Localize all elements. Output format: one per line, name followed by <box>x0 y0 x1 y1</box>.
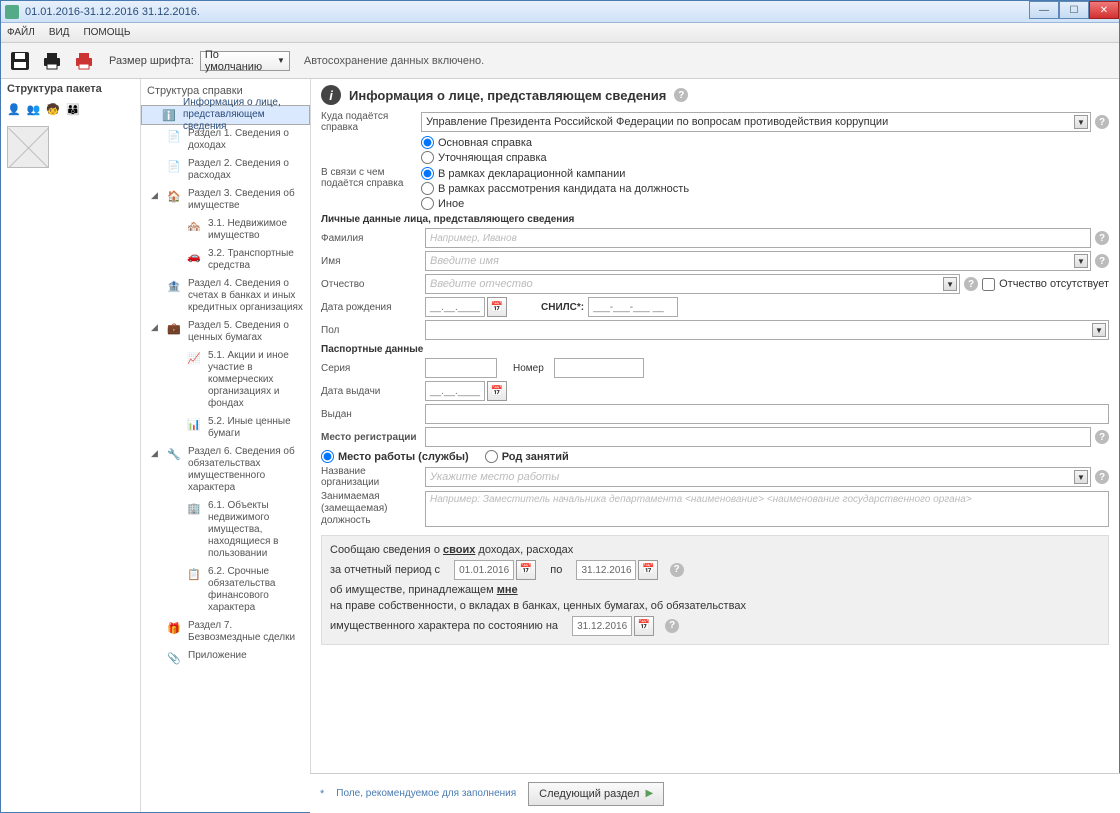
calendar-icon[interactable]: 📅 <box>516 560 536 580</box>
calendar-icon[interactable]: 📅 <box>634 616 654 636</box>
tree-item[interactable]: 🏘️3.1. Недвижимое имущество <box>141 215 310 245</box>
thumbnail-placeholder[interactable] <box>7 126 49 168</box>
calendar-icon[interactable]: 📅 <box>487 297 507 317</box>
tree-item[interactable]: ◢🔧Раздел 6. Сведения об обязательствах и… <box>141 443 310 497</box>
where-label: Куда подаётся справка <box>321 111 421 133</box>
help-icon[interactable]: ? <box>1095 430 1109 444</box>
tree-item[interactable]: 📈5.1. Акции и иное участие в коммерчески… <box>141 347 310 413</box>
app-icon <box>5 5 19 19</box>
where-select[interactable]: Управление Президента Российской Федерац… <box>421 112 1091 132</box>
info-icon: i <box>321 85 341 105</box>
next-section-button[interactable]: Следующий раздел▶ <box>528 782 664 806</box>
tree-item[interactable]: ◢💼Раздел 5. Сведения о ценных бумагах <box>141 317 310 347</box>
dob-input[interactable] <box>425 297 485 317</box>
tree-item[interactable]: 🎁Раздел 7. Безвозмездные сделки <box>141 617 310 647</box>
radio-candidate[interactable]: В рамках рассмотрения кандидата на должн… <box>421 182 689 195</box>
reference-structure-panel: Структура справки ℹ️Информация о лице, п… <box>141 79 311 812</box>
minimize-button[interactable]: — <box>1029 1 1059 19</box>
save-icon[interactable] <box>7 48 33 74</box>
help-icon[interactable]: ? <box>670 563 684 577</box>
package-structure-panel: Структура пакета 👤 👥 🧒 👨‍👩‍👦 <box>1 79 141 812</box>
package-header: Структура пакета <box>1 79 140 99</box>
help-icon[interactable]: ? <box>1095 115 1109 129</box>
radio-main[interactable]: Основная справка <box>421 136 547 149</box>
patronymic-input[interactable]: Введите отчество▼ <box>425 274 960 294</box>
period-to-input[interactable] <box>576 560 636 580</box>
help-icon[interactable]: ? <box>1095 254 1109 268</box>
help-icon[interactable]: ? <box>964 277 978 291</box>
as-of-date-input[interactable] <box>572 616 632 636</box>
help-icon[interactable]: ? <box>665 619 679 633</box>
toolbar: Размер шрифта: По умолчанию▼ Автосохране… <box>1 43 1119 79</box>
tree-item[interactable]: ◢🏠Раздел 3. Сведения об имуществе <box>141 185 310 215</box>
group-icon[interactable]: 👨‍👩‍👦 <box>66 103 80 116</box>
tree-item[interactable]: 🚗3.2. Транспортные средства <box>141 245 310 275</box>
print-color-icon[interactable] <box>71 48 97 74</box>
tree-item[interactable]: 🏢6.1. Объекты недвижимого имущества, нах… <box>141 497 310 563</box>
calendar-icon[interactable]: 📅 <box>638 560 658 580</box>
issued-by-input[interactable] <box>425 404 1109 424</box>
menu-help[interactable]: ПОМОЩЬ <box>83 27 130 38</box>
help-icon[interactable]: ? <box>1095 470 1109 484</box>
radio-update[interactable]: Уточняющая справка <box>421 151 547 164</box>
font-size-select[interactable]: По умолчанию▼ <box>200 51 290 71</box>
tree-item[interactable]: 📋6.2. Срочные обязательства финансового … <box>141 563 310 617</box>
org-select[interactable]: Укажите место работы▼ <box>425 467 1091 487</box>
required-note: Поле, рекомендуемое для заполнения <box>336 788 516 799</box>
issue-date-input[interactable] <box>425 381 485 401</box>
tree-item[interactable]: ℹ️Информация о лице, представляющем свед… <box>141 105 310 125</box>
person-icon[interactable]: 👤 <box>7 103 21 116</box>
reason-label: В связи с чем подаётся справка <box>321 167 421 189</box>
personal-header: Личные данные лица, представляющего свед… <box>321 214 1109 225</box>
radio-declaration[interactable]: В рамках декларационной кампании <box>421 167 689 180</box>
autosave-status: Автосохранение данных включено. <box>304 55 484 67</box>
number-input[interactable] <box>554 358 644 378</box>
menu-file[interactable]: ФАЙЛ <box>7 27 35 38</box>
passport-header: Паспортные данные <box>321 344 1109 355</box>
name-input[interactable]: Введите имя▼ <box>425 251 1091 271</box>
tree-item[interactable]: 📄Раздел 2. Сведения о расходах <box>141 155 310 185</box>
registration-header: Место регистрации <box>321 432 421 443</box>
help-icon[interactable]: ? <box>1095 231 1109 245</box>
tree-item[interactable]: 📊5.2. Иные ценные бумаги <box>141 413 310 443</box>
main-content: i Информация о лице, представляющем свед… <box>311 79 1119 812</box>
radio-other[interactable]: Иное <box>421 197 689 210</box>
report-footnote: Сообщаю сведения о своих доходах, расход… <box>321 535 1109 645</box>
font-size-label: Размер шрифта: <box>109 55 194 67</box>
surname-input[interactable] <box>425 228 1091 248</box>
radio-workplace[interactable]: Место работы (службы) <box>321 450 469 463</box>
child-icon[interactable]: 🧒 <box>46 103 60 116</box>
window-title: 01.01.2016-31.12.2016 31.12.2016. <box>25 6 200 18</box>
window-titlebar: 01.01.2016-31.12.2016 31.12.2016. — ☐ ✕ <box>1 1 1119 23</box>
tree-item[interactable]: 🏦Раздел 4. Сведения о счетах в банках и … <box>141 275 310 317</box>
close-button[interactable]: ✕ <box>1089 1 1119 19</box>
menu-view[interactable]: ВИД <box>49 27 70 38</box>
help-icon[interactable]: ? <box>674 88 688 102</box>
maximize-button[interactable]: ☐ <box>1059 1 1089 19</box>
snils-input[interactable] <box>588 297 678 317</box>
radio-occupation[interactable]: Род занятий <box>485 450 569 463</box>
gender-select[interactable]: ▼ <box>425 320 1109 340</box>
position-input[interactable]: Например: Заместитель начальника департа… <box>425 491 1109 527</box>
page-title: Информация о лице, представляющем сведен… <box>349 88 666 103</box>
series-input[interactable] <box>425 358 497 378</box>
registration-input[interactable] <box>425 427 1091 447</box>
period-from-input[interactable] <box>454 560 514 580</box>
calendar-icon[interactable]: 📅 <box>487 381 507 401</box>
menu-bar: ФАЙЛ ВИД ПОМОЩЬ <box>1 23 1119 43</box>
person2-icon[interactable]: 👥 <box>27 103 41 116</box>
no-patronymic-checkbox[interactable]: Отчество отсутствует <box>982 278 1109 291</box>
print-icon[interactable] <box>39 48 65 74</box>
tree-item[interactable]: 📎Приложение <box>141 647 310 669</box>
